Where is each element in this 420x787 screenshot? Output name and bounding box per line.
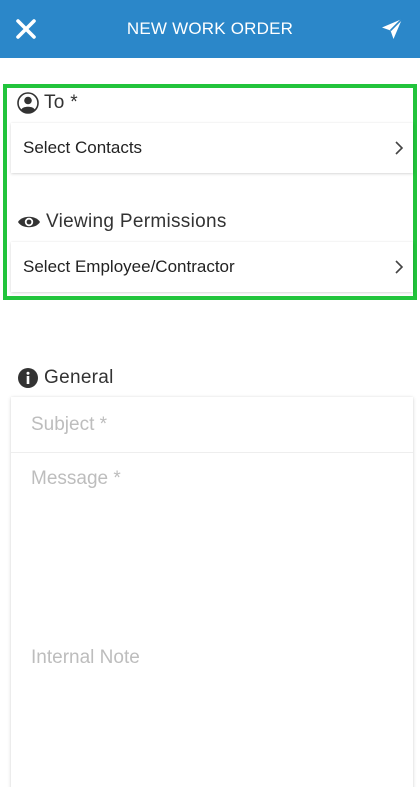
app-screen: NEW WORK ORDER To * Select Contacts View… xyxy=(0,0,420,787)
select-employee-contractor-label: Select Employee/Contractor xyxy=(23,257,235,276)
person-icon xyxy=(17,92,39,114)
header-bar: NEW WORK ORDER xyxy=(0,0,420,58)
general-section-label: General xyxy=(17,365,114,391)
select-contacts-row[interactable]: Select Contacts xyxy=(11,123,413,173)
message-textarea[interactable] xyxy=(11,454,413,629)
close-button[interactable] xyxy=(8,9,44,49)
chevron-right-icon xyxy=(395,141,404,155)
select-employee-contractor-row[interactable]: Select Employee/Contractor xyxy=(11,242,413,292)
send-button[interactable] xyxy=(372,9,412,49)
to-label: To * xyxy=(44,92,78,113)
eye-icon xyxy=(18,216,40,228)
general-label: General xyxy=(44,367,114,388)
close-icon xyxy=(16,19,36,39)
general-card xyxy=(11,397,413,787)
to-section-label: To * xyxy=(17,90,78,116)
send-icon xyxy=(382,18,403,39)
select-contacts-label: Select Contacts xyxy=(23,138,143,157)
viewing-permissions-label: Viewing Permissions xyxy=(46,211,227,232)
chevron-right-icon xyxy=(395,260,404,274)
subject-input[interactable] xyxy=(11,397,413,453)
internal-note-textarea[interactable] xyxy=(11,633,413,787)
info-icon xyxy=(18,368,38,388)
page-title: NEW WORK ORDER xyxy=(126,19,294,38)
viewing-permissions-section-label: Viewing Permissions xyxy=(17,209,227,235)
